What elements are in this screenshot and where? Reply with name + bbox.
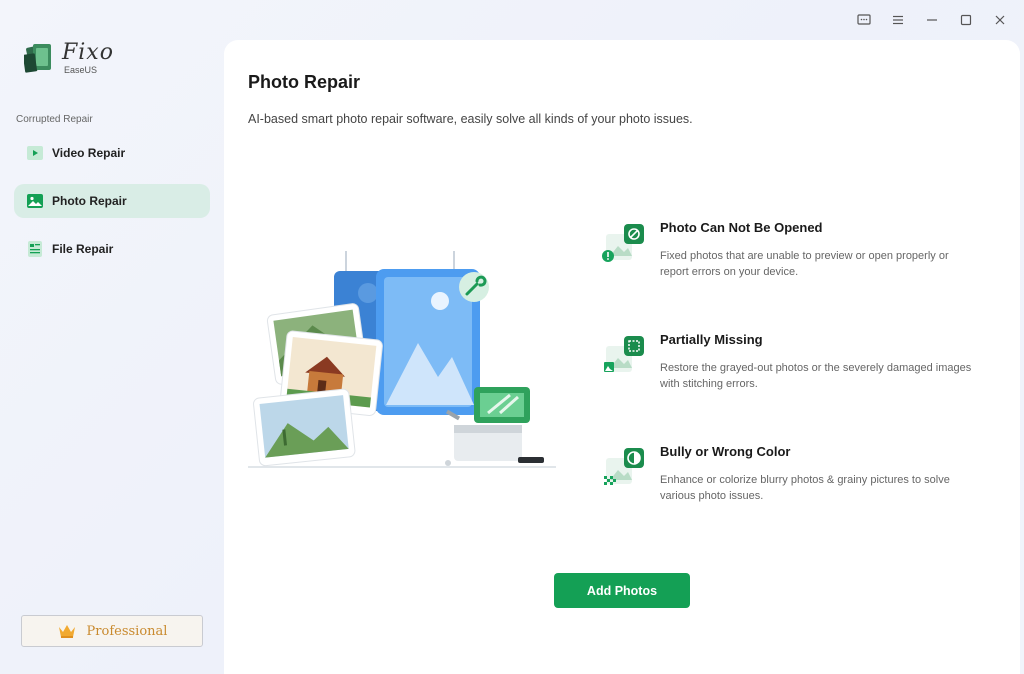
video-icon — [27, 146, 43, 160]
crown-icon — [58, 625, 75, 638]
sidebar-item-label: Video Repair — [52, 146, 126, 160]
app-logo: Fixo EaseUS — [22, 39, 114, 76]
feature-title: Photo Can Not Be Opened — [660, 220, 823, 235]
section-label: Corrupted Repair — [16, 114, 93, 125]
feedback-icon[interactable] — [852, 8, 876, 32]
photo-repair-illustration — [248, 251, 556, 468]
file-icon — [28, 241, 42, 257]
feature-desc: Restore the grayed-out photos or the sev… — [660, 362, 972, 390]
page-subtitle: AI-based smart photo repair software, ea… — [248, 112, 693, 126]
sidebar: Fixo EaseUS Corrupted Repair Video Repai… — [0, 0, 222, 674]
window-controls — [852, 8, 1012, 32]
feature-desc: Enhance or colorize blurry photos & grai… — [660, 474, 950, 502]
sidebar-item-video-repair[interactable]: Video Repair — [14, 136, 210, 170]
maximize-icon[interactable] — [954, 8, 978, 32]
professional-button[interactable]: Professional — [21, 615, 203, 647]
sidebar-item-file-repair[interactable]: File Repair — [14, 232, 210, 266]
partially-missing-icon — [604, 336, 644, 372]
sidebar-item-label: Photo Repair — [52, 194, 127, 208]
page-title: Photo Repair — [248, 72, 361, 92]
feature-title: Bully or Wrong Color — [660, 444, 791, 459]
photo-icon — [27, 194, 43, 208]
menu-icon[interactable] — [886, 8, 910, 32]
minimize-icon[interactable] — [920, 8, 944, 32]
app-name: Fixo — [62, 39, 114, 65]
add-photos-button[interactable]: Add Photos — [554, 573, 690, 608]
wrong-color-icon — [604, 448, 644, 485]
main-panel: Photo Repair AI-based smart photo repair… — [224, 40, 1020, 674]
app-vendor: EaseUS — [64, 64, 98, 75]
sidebar-item-photo-repair[interactable]: Photo Repair — [14, 184, 210, 218]
photo-not-open-icon — [602, 224, 644, 262]
feature-desc: Fixed photos that are unable to preview … — [660, 250, 949, 278]
close-icon[interactable] — [988, 8, 1012, 32]
fixo-logo-icon — [22, 40, 56, 76]
feature-title: Partially Missing — [660, 332, 763, 347]
feature-item: Bully or Wrong Color Enhance or colorize… — [602, 444, 982, 524]
sidebar-item-label: File Repair — [52, 242, 114, 256]
sidebar-nav: Video Repair Photo Repair File Repair — [14, 136, 210, 280]
professional-label: Professional — [86, 623, 168, 639]
feature-item: Partially Missing Restore the grayed-out… — [602, 332, 982, 412]
feature-item: Photo Can Not Be Opened Fixed photos tha… — [602, 220, 982, 300]
